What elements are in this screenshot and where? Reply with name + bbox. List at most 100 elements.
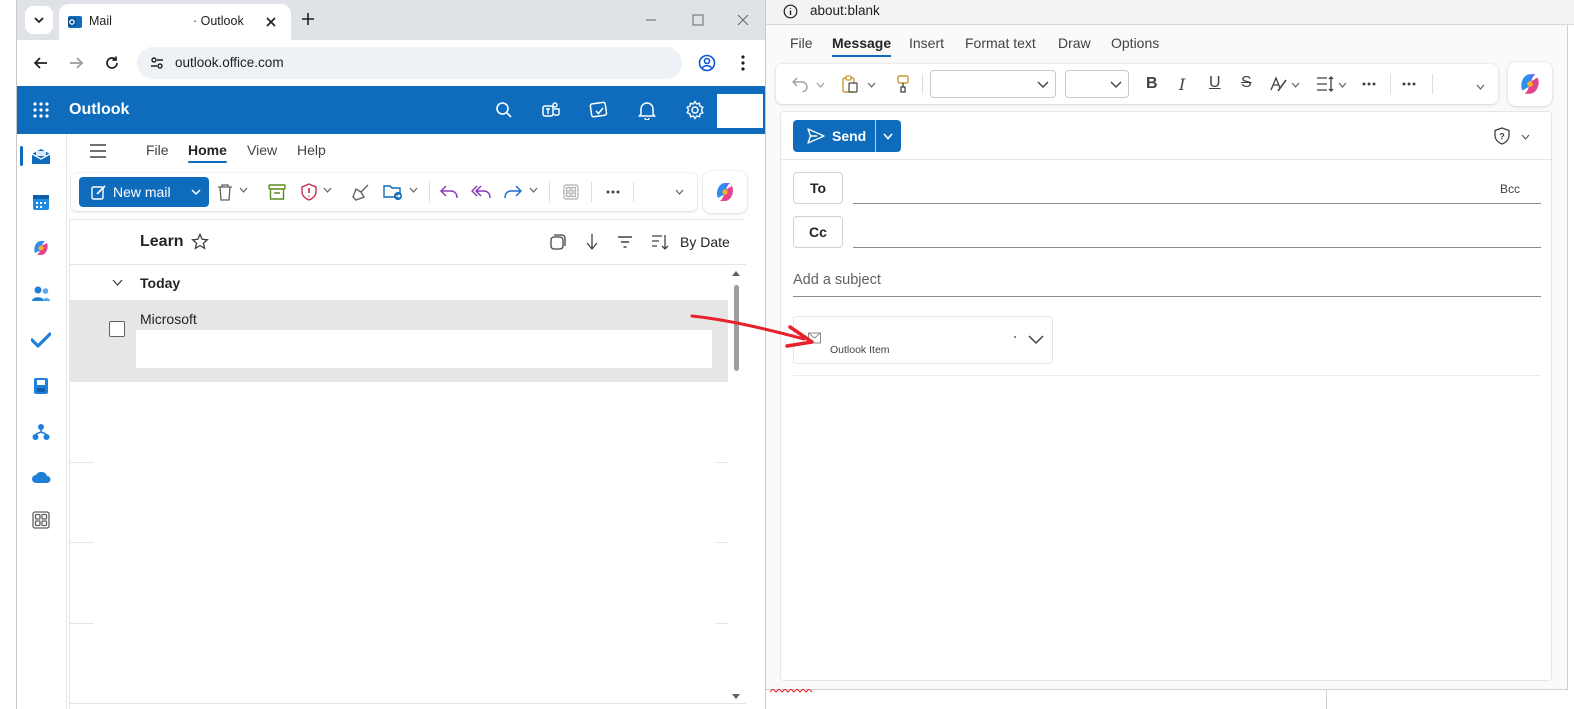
tab-file[interactable]: File xyxy=(146,142,169,158)
tab-title: Mail xyxy=(89,14,112,28)
settings-gear-icon[interactable] xyxy=(683,98,707,122)
minimize-button[interactable] xyxy=(637,8,665,32)
tab-view[interactable]: View xyxy=(247,142,277,158)
archive-icon[interactable] xyxy=(267,182,287,202)
group-header-today[interactable]: Today xyxy=(70,264,746,300)
move-to-folder-icon[interactable] xyxy=(383,182,403,202)
collapse-chevron-icon[interactable] xyxy=(112,279,123,286)
compose-pane: File Message Insert Format text Draw Opt… xyxy=(766,25,1568,690)
more-options-icon[interactable] xyxy=(603,182,623,202)
send-button[interactable]: Send xyxy=(793,120,901,152)
reload-button[interactable] xyxy=(100,51,124,75)
forward-button[interactable] xyxy=(64,51,88,75)
send-options-icon[interactable] xyxy=(883,133,893,140)
tab-format-text[interactable]: Format text xyxy=(965,35,1036,51)
info-icon[interactable] xyxy=(783,4,798,19)
reply-all-icon[interactable] xyxy=(471,182,491,202)
copilot-app-icon[interactable] xyxy=(30,237,52,259)
people-app-icon[interactable] xyxy=(30,283,52,305)
strikethrough-icon[interactable]: S xyxy=(1241,74,1252,92)
more-formatting-icon[interactable] xyxy=(1362,82,1376,86)
tab-options[interactable]: Options xyxy=(1111,35,1159,51)
close-tab-icon[interactable] xyxy=(265,16,277,28)
attachment-menu-chevron-icon[interactable] xyxy=(1028,335,1044,345)
copilot-icon xyxy=(716,183,734,201)
tab-search-button[interactable] xyxy=(25,6,53,34)
font-family-dropdown[interactable] xyxy=(930,70,1056,98)
jump-to-icon[interactable] xyxy=(584,233,600,251)
new-mail-button[interactable]: New mail xyxy=(79,177,209,207)
site-info-icon[interactable] xyxy=(149,55,165,71)
format-painter-icon[interactable] xyxy=(896,75,910,93)
favorite-star-icon[interactable] xyxy=(191,233,209,251)
mail-app-icon[interactable] xyxy=(30,146,52,168)
undo-icon[interactable] xyxy=(792,76,808,92)
new-mail-label: New mail xyxy=(113,184,171,200)
close-window-button[interactable] xyxy=(729,8,757,32)
underline-icon[interactable]: U xyxy=(1209,74,1221,92)
to-field-underline[interactable] xyxy=(853,203,1541,204)
italic-icon[interactable]: I xyxy=(1179,75,1185,94)
send-icon xyxy=(807,128,825,144)
text-effects-icon[interactable] xyxy=(1270,75,1288,93)
reply-icon[interactable] xyxy=(439,182,459,202)
browser-tab-mail[interactable]: Mail · Outlook xyxy=(59,4,291,40)
sweep-icon[interactable] xyxy=(351,182,371,202)
calendar-app-icon[interactable] xyxy=(30,191,52,213)
more-apps-icon[interactable] xyxy=(30,509,52,531)
my-day-icon[interactable] xyxy=(587,98,611,122)
attachment-card[interactable]: Outlook Item xyxy=(793,316,1053,364)
paragraph-spacing-icon[interactable] xyxy=(1316,75,1334,93)
subject-input[interactable]: Add a subject xyxy=(793,272,881,288)
font-size-dropdown[interactable] xyxy=(1065,70,1129,98)
browser-menu-button[interactable] xyxy=(731,51,755,75)
filter-icon[interactable] xyxy=(617,235,633,249)
bold-icon[interactable]: B xyxy=(1146,75,1158,93)
forward-arrow-icon xyxy=(70,57,84,69)
delete-icon[interactable] xyxy=(215,182,235,202)
org-explorer-app-icon[interactable] xyxy=(30,421,52,443)
search-icon[interactable] xyxy=(492,98,516,122)
tab-message[interactable]: Message xyxy=(832,35,892,57)
tab-draw[interactable]: Draw xyxy=(1058,35,1091,51)
message-row[interactable]: Microsoft xyxy=(70,300,728,382)
profile-button[interactable] xyxy=(695,51,719,75)
address-bar[interactable]: outlook.office.com xyxy=(137,47,682,79)
report-icon[interactable] xyxy=(299,182,319,202)
back-button[interactable] xyxy=(29,51,53,75)
sensitivity-shield-icon[interactable]: ? xyxy=(1494,127,1510,145)
to-button[interactable]: To xyxy=(793,172,843,204)
account-avatar[interactable] xyxy=(717,94,763,128)
tab-help[interactable]: Help xyxy=(297,142,326,158)
tab-file[interactable]: File xyxy=(790,35,813,51)
select-mode-icon[interactable] xyxy=(550,234,566,250)
more-options-icon[interactable] xyxy=(1402,82,1416,86)
todo-app-icon[interactable] xyxy=(30,329,52,351)
notifications-bell-icon[interactable] xyxy=(635,98,659,122)
hamburger-menu-icon[interactable] xyxy=(89,144,107,158)
tab-insert[interactable]: Insert xyxy=(909,35,944,51)
message-checkbox[interactable] xyxy=(109,321,125,337)
back-arrow-icon xyxy=(33,57,47,69)
tab-home[interactable]: Home xyxy=(188,142,227,163)
storage-app-icon[interactable] xyxy=(30,375,52,397)
sort-icon[interactable] xyxy=(651,234,669,250)
outlook-favicon-icon xyxy=(67,14,83,30)
sort-label[interactable]: By Date xyxy=(680,234,730,250)
onedrive-app-icon[interactable] xyxy=(30,466,52,488)
paste-icon[interactable] xyxy=(842,75,858,93)
new-tab-icon[interactable] xyxy=(301,12,315,26)
svg-text:?: ? xyxy=(1499,132,1505,142)
teams-icon[interactable] xyxy=(539,98,563,122)
cc-button[interactable]: Cc xyxy=(793,216,843,248)
maximize-button[interactable] xyxy=(684,8,712,32)
cc-field-underline[interactable] xyxy=(853,247,1541,248)
ribbon-expand-chevron-icon xyxy=(675,189,684,195)
copilot-button[interactable] xyxy=(1508,62,1552,106)
forward-icon[interactable] xyxy=(503,182,523,202)
app-launcher-icon[interactable] xyxy=(33,102,49,118)
apps-icon[interactable] xyxy=(561,182,581,202)
copilot-button[interactable] xyxy=(703,171,747,213)
bcc-button[interactable]: Bcc xyxy=(1500,182,1520,196)
new-mail-dropdown-icon[interactable] xyxy=(191,188,201,196)
